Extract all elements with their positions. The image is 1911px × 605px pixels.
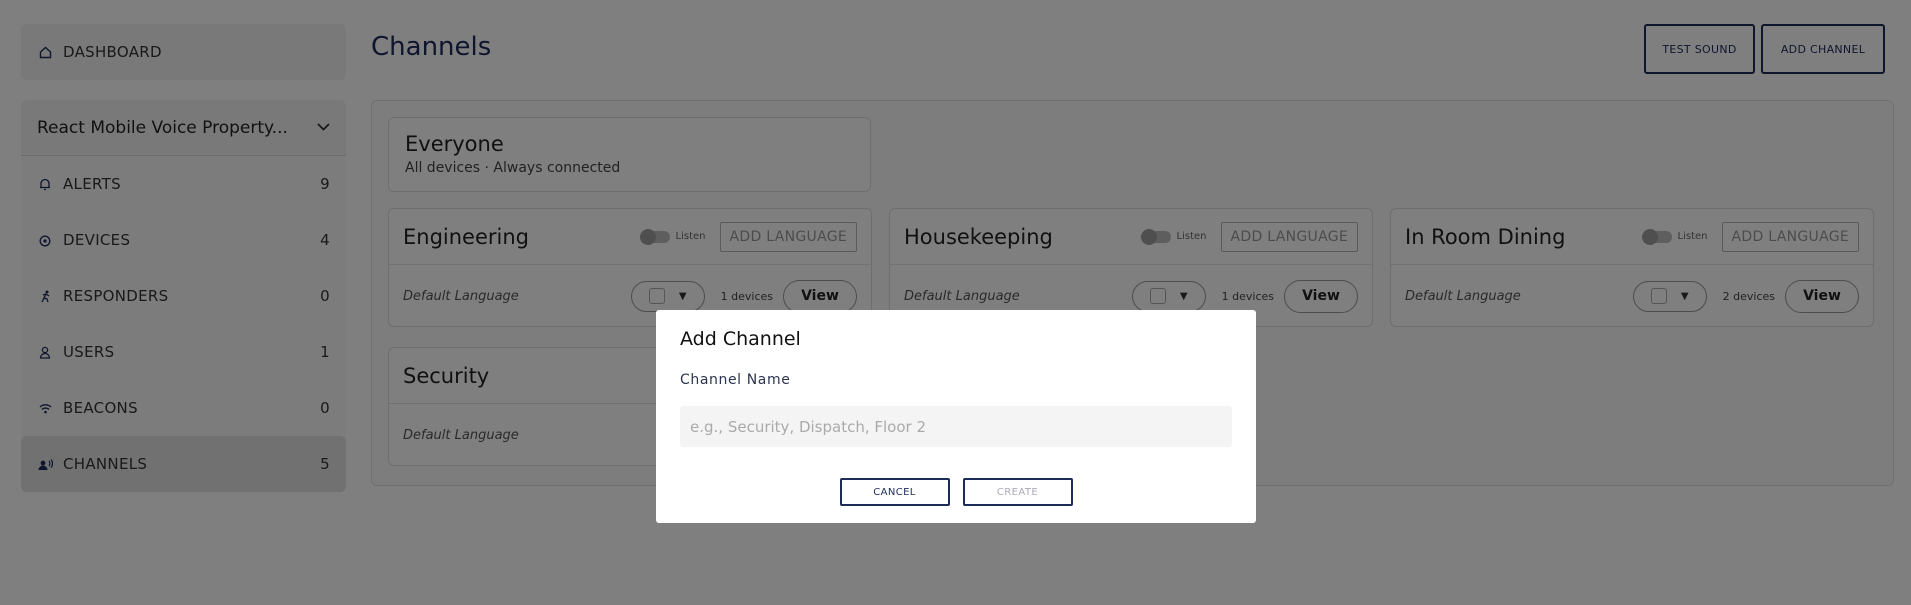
dialog-actions: CANCEL CREATE [656,478,1256,506]
dialog-title: Add Channel [680,328,801,350]
channel-name-input[interactable] [680,406,1232,447]
create-button[interactable]: CREATE [962,478,1073,506]
add-channel-dialog: Add Channel Channel Name CANCEL CREATE [656,310,1256,523]
channel-name-label: Channel Name [680,372,791,388]
cancel-button[interactable]: CANCEL [839,478,950,506]
